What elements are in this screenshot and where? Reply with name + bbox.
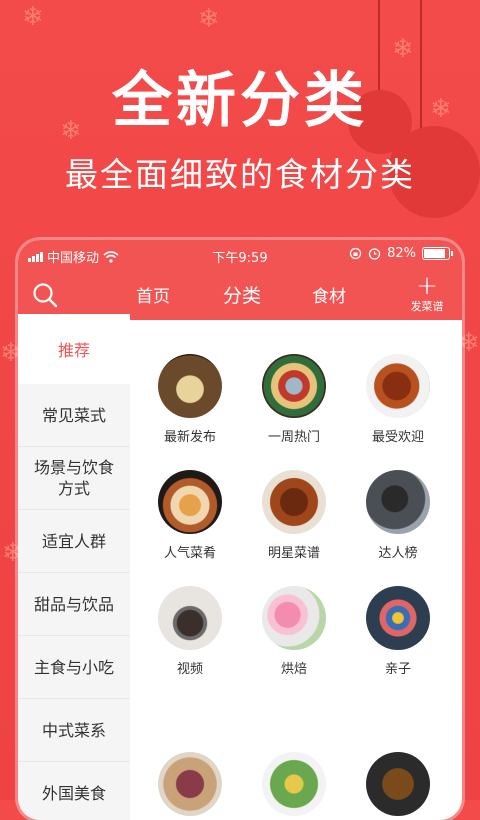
category-label: 最受欢迎: [371, 430, 424, 445]
sidebar-item-staples-snacks[interactable]: 主食与小吃: [18, 636, 130, 699]
category-weekly-hot[interactable]: 一周热门: [242, 354, 346, 445]
sidebar-item-label: 主食与小吃: [33, 657, 114, 677]
category-label: 烘焙: [280, 662, 307, 677]
macaron-photo-icon: [262, 586, 326, 650]
kids-food-photo-icon: [366, 586, 430, 650]
category-expert-ranking[interactable]: 达人榜: [346, 470, 450, 561]
sidebar-item-label: 常见菜式: [41, 405, 106, 425]
tab-category[interactable]: 分类: [223, 281, 261, 308]
category-latest[interactable]: 最新发布: [138, 354, 242, 445]
sidebar-item-scenes[interactable]: 场景与饮食方式: [18, 447, 130, 510]
status-bar: 中国移动 下午9:59 82%: [18, 240, 462, 270]
platter-photo-icon: [262, 354, 326, 418]
category-label: 达人榜: [378, 546, 418, 561]
video-photo-icon: [158, 586, 222, 650]
category-popular-dishes[interactable]: 人气菜肴: [138, 470, 242, 561]
promo-title: 全新分类: [112, 66, 368, 136]
category-partial[interactable]: [242, 752, 346, 816]
category-most-popular[interactable]: 最受欢迎: [346, 354, 450, 445]
search-icon[interactable]: [32, 282, 58, 308]
category-partial[interactable]: [346, 752, 450, 816]
food-photo-icon: [158, 354, 222, 418]
category-label: 最新发布: [163, 430, 216, 445]
vegetable-photo-icon: [262, 752, 326, 816]
plus-icon: +: [416, 271, 438, 301]
category-sidebar: 推荐 常见菜式 场景与饮食方式 适宜人群 甜品与饮品 主食与小吃 中式菜系 外国…: [18, 314, 130, 820]
sidebar-item-label: 适宜人群: [41, 531, 106, 551]
snowflake-icon: ❄: [22, 2, 44, 32]
alarm-icon: [368, 248, 381, 260]
sidebar-item-recommended-label[interactable]: 推荐: [18, 320, 130, 380]
person-photo-icon: [366, 470, 430, 534]
braised-meat-photo-icon: [366, 354, 430, 418]
sidebar-item-common-dishes[interactable]: 常见菜式: [18, 384, 130, 447]
phone-screen: 中国移动 下午9:59 82% 首页 分类 食材 + 发菜谱 常见菜式 场景与饮…: [18, 240, 462, 820]
tab-ingredients[interactable]: 食材: [312, 282, 346, 307]
post-recipe-button[interactable]: + 发菜谱: [406, 271, 448, 314]
category-video[interactable]: 视频: [138, 586, 242, 677]
sidebar-item-chinese-cuisine[interactable]: 中式菜系: [18, 699, 130, 762]
battery-icon: [422, 247, 453, 260]
category-label: 一周热门: [267, 430, 320, 445]
porridge-photo-icon: [158, 752, 222, 816]
sidebar-item-suitable-people[interactable]: 适宜人群: [18, 510, 130, 573]
promo-subtitle: 最全面细致的食材分类: [65, 155, 415, 194]
battery-percent: 82%: [387, 246, 416, 261]
sidebar-item-foreign-cuisine[interactable]: 外国美食: [18, 762, 130, 820]
category-star-recipes[interactable]: 明星菜谱: [242, 470, 346, 561]
category-label: 人气菜肴: [163, 546, 216, 561]
soup-photo-icon: [158, 470, 222, 534]
sidebar-item-desserts-drinks[interactable]: 甜品与饮品: [18, 573, 130, 636]
sidebar-item-label: 外国美食: [41, 783, 106, 803]
rotation-lock-icon: [349, 247, 362, 260]
category-label: 视频: [176, 662, 203, 677]
category-label: 明星菜谱: [267, 546, 320, 561]
snowflake-icon: ❄: [198, 4, 220, 34]
top-navigation: 首页 分类 食材 + 发菜谱: [18, 270, 462, 320]
category-label: 亲子: [384, 662, 411, 677]
sidebar-item-label: 推荐: [57, 340, 90, 360]
ribs-photo-icon: [262, 470, 326, 534]
category-parent-child[interactable]: 亲子: [346, 586, 450, 677]
tab-home[interactable]: 首页: [136, 282, 170, 307]
sidebar-item-label: 场景与饮食方式: [34, 458, 115, 498]
sidebar-item-label: 中式菜系: [41, 720, 106, 740]
fried-dish-photo-icon: [366, 752, 430, 816]
sidebar-item-label: 甜品与饮品: [33, 594, 114, 614]
post-recipe-label: 发菜谱: [410, 300, 444, 313]
category-baking[interactable]: 烘焙: [242, 586, 346, 677]
category-partial[interactable]: [138, 752, 242, 816]
